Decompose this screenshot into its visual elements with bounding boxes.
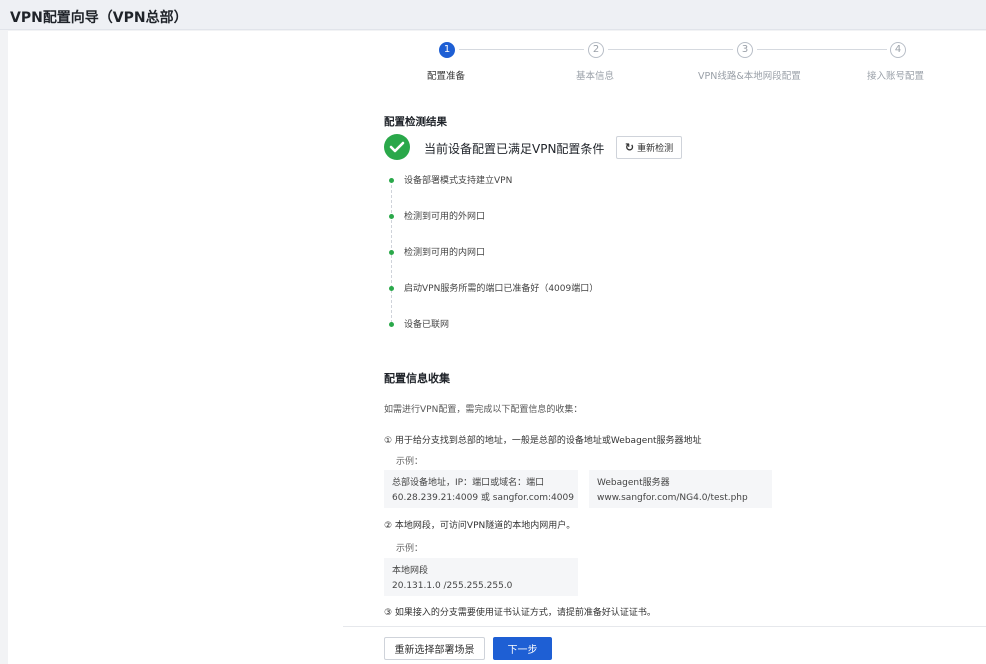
list-item-text: 启动VPN服务所需的端口已准备好（4009端口） (404, 284, 599, 294)
title-bar: VPN配置向导（VPN总部） (0, 0, 986, 30)
detection-list: 设备部署模式支持建立VPN 检测到可用的外网口 检测到可用的内网口 启动VPN服… (384, 168, 684, 338)
example-text: 60.28.239.21:4009 或 sangfor.com:4009 (392, 493, 574, 503)
refresh-icon: ↻ (624, 141, 635, 154)
status-text: 当前设备配置已满足VPN配置条件 (424, 142, 605, 156)
step-2-icon: 2 (588, 42, 604, 58)
example-text: 20.131.1.0 /255.255.255.0 (392, 581, 513, 591)
list-item-text: 检测到可用的内网口 (404, 248, 486, 258)
detection-title: 配置检测结果 (384, 116, 447, 128)
example-box-local-network: 本地网段 20.131.1.0 /255.255.255.0 (384, 558, 578, 596)
example-label: 示例： (396, 457, 424, 467)
info-intro: 如需进行VPN配置，需完成以下配置信息的收集： (384, 405, 583, 415)
step-2-label: 基本信息 (576, 71, 615, 82)
bullet-icon (389, 178, 394, 183)
step-4-icon: 4 (890, 42, 906, 58)
step-connector (608, 49, 733, 50)
info-item-2: ② 本地网段，可访问VPN隧道的本地内网用户。 (384, 521, 576, 531)
example-text: Webagent服务器 (597, 478, 670, 488)
info-item-1: ① 用于给分支找到总部的地址，一般是总部的设备地址或Webagent服务器地址 (384, 436, 702, 446)
recheck-button[interactable]: ↻ 重新检测 (616, 136, 682, 159)
step-1-icon: 1 (439, 42, 455, 58)
bullet-icon (389, 250, 394, 255)
info-title: 配置信息收集 (384, 372, 450, 385)
next-button[interactable]: 下一步 (493, 637, 552, 660)
step-1-label: 配置准备 (427, 71, 466, 82)
example-box-webagent: Webagent服务器 www.sangfor.com/NG4.0/test.p… (589, 470, 772, 508)
window-title: VPN配置向导（VPN总部） (10, 10, 188, 26)
footer-bar: 重新选择部署场景 下一步 (343, 626, 986, 664)
bullet-icon (389, 286, 394, 291)
list-item-text: 设备已联网 (404, 320, 450, 330)
info-item-3: ③ 如果接入的分支需要使用证书认证方式，请提前准备好认证证书。 (384, 608, 656, 618)
bullet-icon (389, 322, 394, 327)
success-check-icon (384, 134, 410, 160)
example-label: 示例： (396, 544, 424, 554)
example-box-hq-address: 总部设备地址，IP：端口或域名：端口 60.28.239.21:4009 或 s… (384, 470, 578, 508)
recheck-label: 重新检测 (637, 144, 674, 154)
step-3-icon: 3 (737, 42, 753, 58)
step-indicator: 1 2 3 4 配置准备 基本信息 VPN线路&本地网段配置 接入账号配置 (414, 42, 924, 82)
step-3-label: VPN线路&本地网段配置 (698, 71, 801, 82)
list-item-text: 检测到可用的外网口 (404, 212, 486, 222)
step-connector (757, 49, 887, 50)
list-item-text: 设备部署模式支持建立VPN (404, 176, 513, 186)
step-connector (459, 49, 584, 50)
step-4-label: 接入账号配置 (867, 71, 925, 82)
example-text: 总部设备地址，IP：端口或域名：端口 (392, 478, 545, 488)
reselect-scene-button[interactable]: 重新选择部署场景 (384, 637, 485, 660)
bullet-icon (389, 214, 394, 219)
example-text: www.sangfor.com/NG4.0/test.php (597, 493, 748, 503)
example-text: 本地网段 (392, 566, 429, 576)
